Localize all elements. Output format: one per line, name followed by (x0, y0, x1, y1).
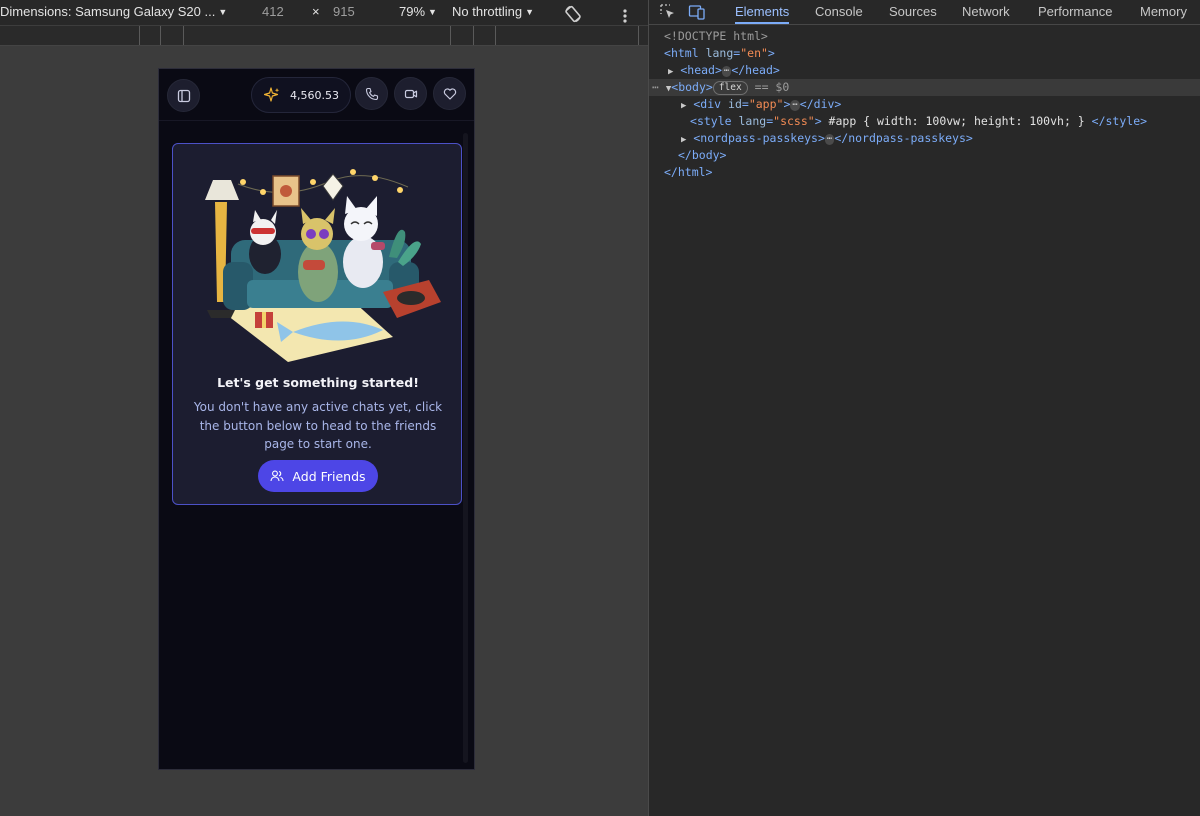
expand-triangle-icon[interactable]: ▶ (668, 67, 673, 77)
collapsed-ellipsis[interactable]: ⋯ (824, 134, 835, 145)
device-toggle-icon[interactable] (688, 3, 706, 21)
device-viewport: 4,560.53 Let's get something started! Yo… (158, 68, 475, 770)
body-node-selected[interactable]: ⋯ ▼<body> flex == $0 (649, 79, 1200, 96)
devtools-panel: Elements Console Sources Network Perform… (648, 0, 1200, 816)
collapsed-ellipsis[interactable]: ⋯ (721, 66, 732, 77)
zoom-select[interactable]: 79% ▼ (399, 0, 437, 24)
caret-down-icon: ▼ (428, 7, 437, 17)
tab-sources[interactable]: Sources (889, 0, 937, 24)
tab-performance[interactable]: Performance (1038, 0, 1112, 24)
body-close-line[interactable]: </body> (649, 147, 1200, 164)
device-toolbar: Dimensions: Samsung Galaxy S20 ... ▼ 412 … (0, 0, 648, 26)
expand-triangle-icon[interactable]: ▶ (681, 135, 686, 145)
expand-triangle-icon[interactable]: ▶ (681, 101, 686, 111)
cats-couch-illustration (205, 169, 441, 362)
flex-badge[interactable]: flex (712, 81, 748, 95)
tab-console[interactable]: Console (815, 0, 863, 24)
html-node[interactable]: <html lang="en"> (649, 45, 1200, 62)
video-icon (404, 89, 417, 98)
credits-badge[interactable]: 4,560.53 (251, 77, 351, 113)
devtools-tab-bar: Elements Console Sources Network Perform… (649, 0, 1200, 25)
voice-call-button[interactable] (355, 77, 388, 110)
empty-chats-card: Let's get something started! You don't h… (172, 143, 462, 505)
media-query-ruler (0, 26, 648, 46)
html-close-line[interactable]: </html> (649, 164, 1200, 181)
heart-icon (443, 87, 456, 100)
nordpass-node[interactable]: ▶ <nordpass-passkeys> ⋯ </nordpass-passkey… (649, 130, 1200, 147)
doctype-line[interactable]: <!DOCTYPE html> (649, 28, 1200, 45)
collapsed-ellipsis[interactable]: ⋯ (790, 100, 800, 111)
sidebar-icon (177, 89, 190, 102)
credits-value: 4,560.53 (290, 88, 339, 102)
tab-elements[interactable]: Elements (735, 0, 790, 24)
style-node[interactable]: <style lang="scss"> #app { width: 100vw;… (649, 113, 1200, 130)
device-label: Dimensions: Samsung Galaxy S20 ... (0, 4, 216, 19)
inspect-element-icon[interactable] (659, 3, 677, 21)
device-select[interactable]: Dimensions: Samsung Galaxy S20 ... ▼ (0, 0, 227, 24)
app-header: 4,560.53 (159, 69, 474, 121)
sparkle-icon (264, 87, 280, 102)
head-node[interactable]: ▶ <head> ⋯ </head> (649, 62, 1200, 79)
rotate-icon[interactable] (563, 2, 583, 26)
favorite-button[interactable] (433, 77, 466, 110)
add-friends-button[interactable]: Add Friends (258, 460, 378, 492)
zoom-label: 79% (399, 4, 426, 19)
more-options-icon[interactable] (620, 4, 630, 28)
sidebar-toggle-button[interactable] (167, 79, 200, 112)
height-input[interactable]: 915 (333, 0, 355, 24)
throttling-label: No throttling (452, 4, 523, 19)
video-call-button[interactable] (394, 77, 427, 110)
empty-state-description: You don't have any active chats yet, cli… (193, 400, 443, 451)
width-input[interactable]: 412 (262, 0, 284, 24)
chat-scrollbar[interactable] (463, 133, 468, 763)
caret-down-icon: ▼ (218, 7, 228, 17)
users-icon (270, 470, 284, 482)
dimension-separator: × (312, 4, 320, 19)
add-friends-label: Add Friends (292, 468, 366, 484)
app-div-node[interactable]: ▶ <div id="app"> ⋯ </div> (649, 96, 1200, 113)
phone-icon (365, 87, 378, 100)
throttling-select[interactable]: No throttling ▼ (452, 0, 534, 24)
tab-memory[interactable]: Memory (1140, 0, 1187, 24)
tab-network[interactable]: Network (962, 0, 1010, 24)
empty-state-title: Let's get something started! (217, 375, 419, 390)
caret-down-icon: ▼ (525, 7, 535, 17)
